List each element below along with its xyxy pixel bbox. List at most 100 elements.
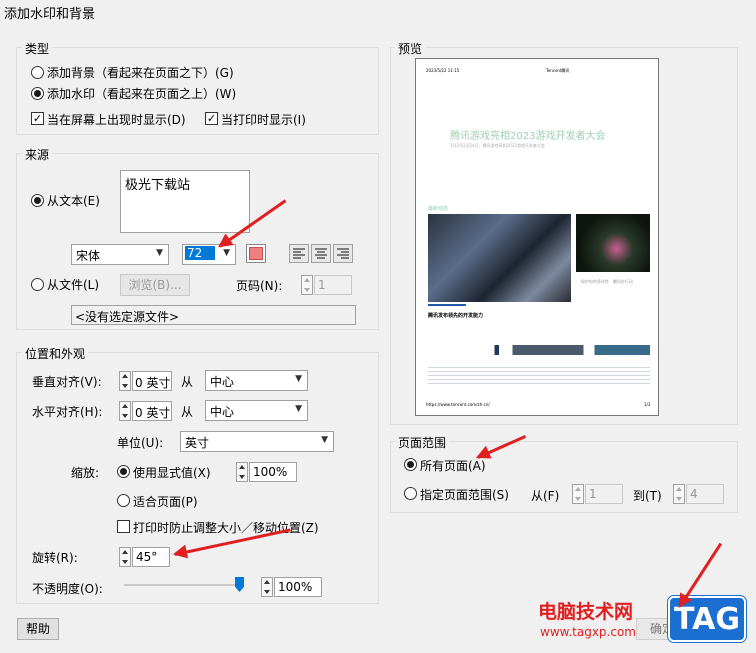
opacity-slider-track [124,584,244,586]
preview-footer-page: 1/3 [644,402,651,407]
opacity-value-field[interactable]: 100% [274,577,322,597]
chevron-down-icon: ▼ [321,435,328,445]
font-select-value: 宋体 [76,249,101,263]
opacity-label: 不透明度(O): [32,582,103,596]
align-left-icon [293,248,305,259]
align-right-icon [337,248,349,259]
chevron-down-icon: ▼ [295,374,302,384]
prevent-resize-label[interactable]: 打印时防止调整大小／移动位置(Z) [133,519,319,536]
fit-page-label[interactable]: 适合页面(P) [133,493,198,510]
watermark-text-value: 极光下载站 [125,178,191,193]
align-right-button[interactable] [333,244,353,263]
from-file-radio[interactable] [31,278,44,291]
horizontal-from-select[interactable]: 中心 ▼ [205,400,308,421]
page-range-group-label: 页面范围 [395,434,450,451]
scale-label: 缩放: [71,466,100,480]
preview-body-text [428,367,650,387]
font-select[interactable]: 宋体 ▼ [71,244,169,265]
vertical-from-value: 中心 [210,375,235,389]
all-pages-radio[interactable] [404,458,417,471]
preview-headline: 腾讯游戏亮相2023游戏开发者大会 [450,131,606,142]
align-center-icon [315,248,327,259]
preview-header-right: Tencent腾讯 [546,68,570,73]
show-on-print-label[interactable]: 当打印时显示(I) [221,111,306,128]
range-to-label: 到(T) [633,489,662,503]
horizontal-stepper[interactable] [119,401,131,421]
preview-footer-url: https://www.tencent.com/zh-cn/ [426,402,490,407]
scale-stepper[interactable] [236,462,248,482]
horizontal-align-label: 水平对齐(H): [32,405,103,419]
from-text-label[interactable]: 从文本(E) [47,192,100,209]
vertical-from-label: 从 [181,375,194,389]
opacity-stepper[interactable] [261,577,273,597]
opacity-slider[interactable] [124,577,244,593]
horizontal-value-field[interactable]: 0 英寸 [132,401,172,421]
range-from-field[interactable]: 1 [585,484,623,504]
use-display-label[interactable]: 使用显式值(X) [133,464,211,481]
range-to-stepper[interactable] [673,484,685,504]
add-watermark-radio[interactable] [31,87,44,100]
preview-image-row [428,345,650,355]
show-on-screen-checkbox[interactable]: ✓ [31,112,44,125]
preview-group-label: 预览 [395,40,426,57]
site-name-text: 电脑技术网 [538,601,634,623]
window-title: 添加水印和背景 [4,7,96,22]
unit-select[interactable]: 英寸 ▼ [180,431,334,452]
source-group-label: 来源 [22,146,53,163]
page-number-label: 页码(N): [236,279,283,293]
page-number-field[interactable]: 1 [314,275,352,295]
specify-range-label[interactable]: 指定页面范围(S) [420,486,509,503]
rotation-label: 旋转(R): [32,551,78,565]
preview-header-left: 2023/5/22 11:15 [426,68,460,73]
show-on-print-checkbox[interactable]: ✓ [205,112,218,125]
align-left-button[interactable] [289,244,309,263]
from-text-radio[interactable] [31,194,44,207]
preview-section: 最新动态 [428,206,449,212]
color-swatch [249,247,263,260]
preview-article-title: 腾讯发布领先的开发能力 [428,313,484,319]
align-center-button[interactable] [311,244,331,263]
preview-side-title: 保护你的多样性 · 腾讯在行动 [581,279,633,284]
position-group-label: 位置和外观 [22,345,89,362]
preview-article-line [428,304,466,306]
vertical-stepper[interactable] [119,371,131,391]
preview-image-main [428,214,571,302]
range-to-field[interactable]: 4 [686,484,724,504]
from-file-label[interactable]: 从文件(L) [47,276,99,293]
horizontal-from-label: 从 [181,405,194,419]
add-watermark-label[interactable]: 添加水印（看起来在页面之上）(W) [47,85,236,102]
preview-image-side [576,214,650,272]
vertical-align-label: 垂直对齐(V): [32,375,102,389]
scale-value-field[interactable]: 100% [249,462,297,482]
show-on-screen-label[interactable]: 当在屏幕上出现时显示(D) [47,111,186,128]
rotation-value-field[interactable]: 45° [132,547,170,567]
preview-page: 2023/5/22 11:15 Tencent腾讯 腾讯游戏亮相2023游戏开发… [415,58,659,416]
prevent-resize-checkbox[interactable] [117,520,130,533]
font-size-value: 72 [185,246,215,260]
browse-button[interactable]: 浏览(B)... [120,274,190,296]
vertical-value-field[interactable]: 0 英寸 [132,371,172,391]
chevron-down-icon: ▼ [156,248,163,258]
watermark-text-area[interactable]: 极光下载站 [120,170,250,233]
range-from-stepper[interactable] [572,484,584,504]
use-display-radio[interactable] [117,465,130,478]
add-background-label[interactable]: 添加背景（看起来在页面之下）(G) [47,64,234,81]
specify-range-radio[interactable] [404,487,417,500]
vertical-from-select[interactable]: 中心 ▼ [205,370,308,391]
page-number-stepper[interactable] [301,275,313,295]
fit-page-radio[interactable] [117,494,130,507]
unit-value: 英寸 [185,436,210,450]
rotation-stepper[interactable] [119,547,131,567]
help-button[interactable]: 帮助 [17,618,59,640]
type-group-label: 类型 [22,40,53,57]
unit-label: 单位(U): [117,436,164,450]
preview-subline: 3月20日至24日，腾讯游戏亮相2023游戏开发者大会 [450,143,545,148]
color-swatch-button[interactable] [246,244,266,263]
opacity-slider-thumb[interactable] [235,577,244,592]
chevron-down-icon: ▼ [295,404,302,414]
site-url-text: www.tagxp.com [540,625,636,639]
source-file-path: <没有选定源文件> [71,305,356,325]
add-background-radio[interactable] [31,66,44,79]
horizontal-from-value: 中心 [210,405,235,419]
range-from-label: 从(F) [531,489,560,503]
